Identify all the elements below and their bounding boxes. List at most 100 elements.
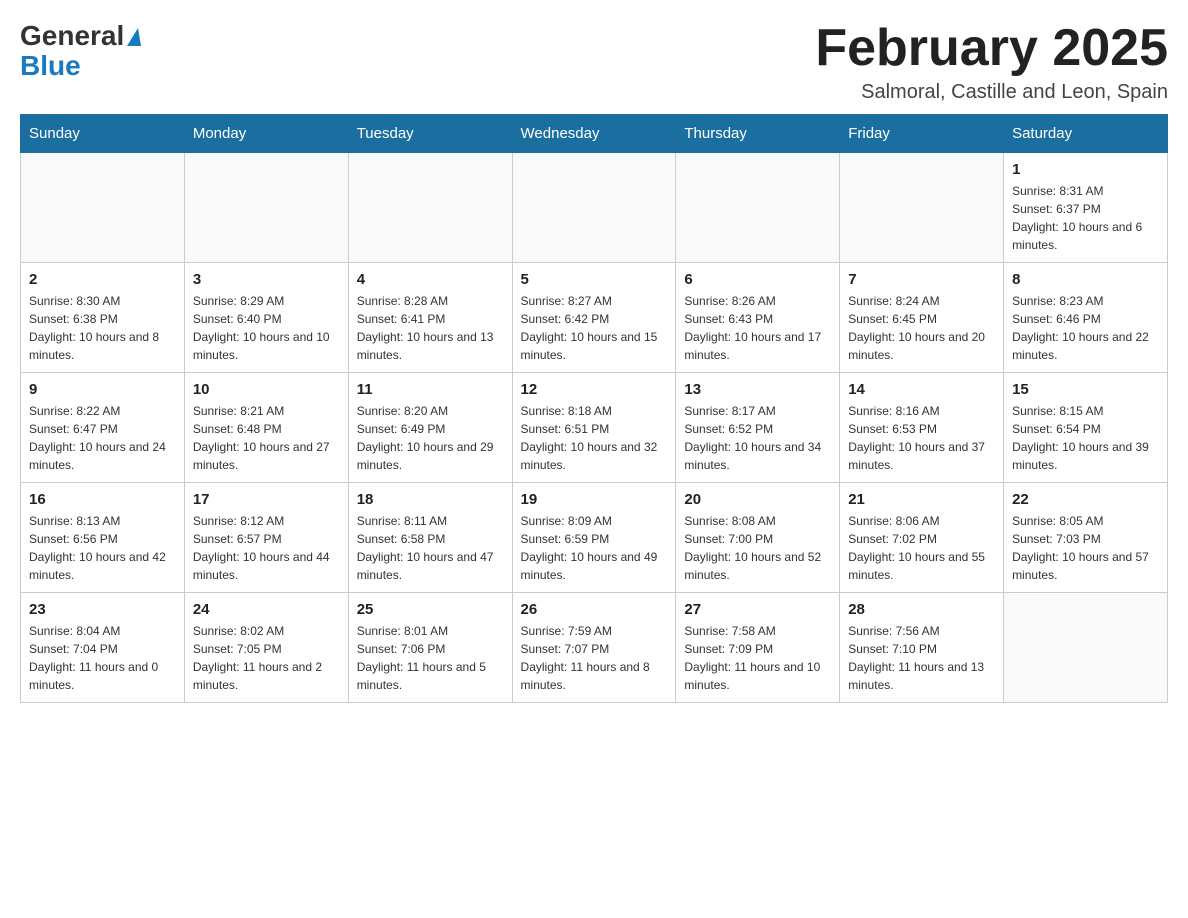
weekday-header-thursday: Thursday: [676, 115, 840, 153]
calendar-cell: 5 Sunrise: 8:27 AMSunset: 6:42 PMDaylight…: [512, 263, 676, 373]
location-subtitle: Salmoral, Castille and Leon, Spain: [815, 81, 1168, 104]
month-title: February 2025: [815, 20, 1168, 77]
day-info: Sunrise: 7:56 AMSunset: 7:10 PMDaylight:…: [848, 622, 995, 694]
calendar-cell: 15 Sunrise: 8:15 AMSunset: 6:54 PMDayligh…: [1004, 373, 1168, 483]
day-number: 11: [357, 381, 504, 398]
day-info: Sunrise: 8:12 AMSunset: 6:57 PMDaylight:…: [193, 512, 340, 584]
day-info: Sunrise: 8:30 AMSunset: 6:38 PMDaylight:…: [29, 292, 176, 364]
weekday-header-saturday: Saturday: [1004, 115, 1168, 153]
day-info: Sunrise: 8:26 AMSunset: 6:43 PMDaylight:…: [684, 292, 831, 364]
day-info: Sunrise: 8:08 AMSunset: 7:00 PMDaylight:…: [684, 512, 831, 584]
calendar-cell: 21 Sunrise: 8:06 AMSunset: 7:02 PMDayligh…: [840, 483, 1004, 593]
day-number: 1: [1012, 161, 1159, 178]
day-info: Sunrise: 8:01 AMSunset: 7:06 PMDaylight:…: [357, 622, 504, 694]
calendar-cell: 27 Sunrise: 7:58 AMSunset: 7:09 PMDayligh…: [676, 593, 840, 703]
day-info: Sunrise: 7:58 AMSunset: 7:09 PMDaylight:…: [684, 622, 831, 694]
calendar-cell: 10Sunrise: 8:21 AMSunset: 6:48 PMDayligh…: [184, 373, 348, 483]
day-info: Sunrise: 8:17 AMSunset: 6:52 PMDaylight:…: [684, 402, 831, 474]
calendar-cell: 2 Sunrise: 8:30 AMSunset: 6:38 PMDaylight…: [21, 263, 185, 373]
day-info: Sunrise: 8:24 AMSunset: 6:45 PMDaylight:…: [848, 292, 995, 364]
calendar-week-row: 23 Sunrise: 8:04 AMSunset: 7:04 PMDayligh…: [21, 593, 1168, 703]
day-number: 12: [521, 381, 668, 398]
day-number: 24: [193, 601, 340, 618]
day-number: 13: [684, 381, 831, 398]
calendar-cell: 12 Sunrise: 8:18 AMSunset: 6:51 PMDayligh…: [512, 373, 676, 483]
day-number: 15: [1012, 381, 1159, 398]
day-info: Sunrise: 8:04 AMSunset: 7:04 PMDaylight:…: [29, 622, 176, 694]
calendar-cell: 26 Sunrise: 7:59 AMSunset: 7:07 PMDayligh…: [512, 593, 676, 703]
calendar-cell: 11 Sunrise: 8:20 AMSunset: 6:49 PMDayligh…: [348, 373, 512, 483]
day-info: Sunrise: 8:13 AMSunset: 6:56 PMDaylight:…: [29, 512, 176, 584]
weekday-header-sunday: Sunday: [21, 115, 185, 153]
day-number: 26: [521, 601, 668, 618]
day-number: 16: [29, 491, 176, 508]
calendar-cell: 25 Sunrise: 8:01 AMSunset: 7:06 PMDayligh…: [348, 593, 512, 703]
calendar-cell: 20 Sunrise: 8:08 AMSunset: 7:00 PMDayligh…: [676, 483, 840, 593]
logo: General Blue: [20, 20, 141, 82]
day-info: Sunrise: 8:31 AMSunset: 6:37 PMDaylight:…: [1012, 182, 1159, 254]
calendar-cell: 1 Sunrise: 8:31 AMSunset: 6:37 PMDaylight…: [1004, 153, 1168, 263]
day-number: 19: [521, 491, 668, 508]
calendar-header-row: SundayMondayTuesdayWednesdayThursdayFrid…: [21, 115, 1168, 153]
calendar-week-row: 1 Sunrise: 8:31 AMSunset: 6:37 PMDaylight…: [21, 153, 1168, 263]
day-info: Sunrise: 8:11 AMSunset: 6:58 PMDaylight:…: [357, 512, 504, 584]
day-info: Sunrise: 7:59 AMSunset: 7:07 PMDaylight:…: [521, 622, 668, 694]
day-info: Sunrise: 8:15 AMSunset: 6:54 PMDaylight:…: [1012, 402, 1159, 474]
day-number: 22: [1012, 491, 1159, 508]
day-number: 17: [193, 491, 340, 508]
day-number: 27: [684, 601, 831, 618]
day-number: 21: [848, 491, 995, 508]
calendar-cell: [1004, 593, 1168, 703]
calendar-cell: [676, 153, 840, 263]
calendar-cell: 18 Sunrise: 8:11 AMSunset: 6:58 PMDayligh…: [348, 483, 512, 593]
calendar-week-row: 2 Sunrise: 8:30 AMSunset: 6:38 PMDaylight…: [21, 263, 1168, 373]
day-number: 5: [521, 271, 668, 288]
calendar-cell: 24 Sunrise: 8:02 AMSunset: 7:05 PMDayligh…: [184, 593, 348, 703]
day-number: 8: [1012, 271, 1159, 288]
calendar-cell: 14 Sunrise: 8:16 AMSunset: 6:53 PMDayligh…: [840, 373, 1004, 483]
day-number: 7: [848, 271, 995, 288]
day-number: 18: [357, 491, 504, 508]
calendar-cell: 3Sunrise: 8:29 AMSunset: 6:40 PMDaylight…: [184, 263, 348, 373]
day-number: 25: [357, 601, 504, 618]
day-number: 6: [684, 271, 831, 288]
calendar-cell: 6 Sunrise: 8:26 AMSunset: 6:43 PMDaylight…: [676, 263, 840, 373]
calendar-cell: 4 Sunrise: 8:28 AMSunset: 6:41 PMDaylight…: [348, 263, 512, 373]
calendar-week-row: 9Sunrise: 8:22 AMSunset: 6:47 PMDaylight…: [21, 373, 1168, 483]
calendar-table: SundayMondayTuesdayWednesdayThursdayFrid…: [20, 114, 1168, 703]
title-section: February 2025 Salmoral, Castille and Leo…: [815, 20, 1168, 104]
day-info: Sunrise: 8:06 AMSunset: 7:02 PMDaylight:…: [848, 512, 995, 584]
day-number: 3: [193, 271, 340, 288]
logo-triangle-icon: [127, 28, 141, 46]
day-info: Sunrise: 8:28 AMSunset: 6:41 PMDaylight:…: [357, 292, 504, 364]
page-header: General Blue February 2025 Salmoral, Cas…: [20, 20, 1168, 104]
day-number: 4: [357, 271, 504, 288]
day-info: Sunrise: 8:27 AMSunset: 6:42 PMDaylight:…: [521, 292, 668, 364]
day-info: Sunrise: 8:16 AMSunset: 6:53 PMDaylight:…: [848, 402, 995, 474]
calendar-cell: [512, 153, 676, 263]
day-number: 14: [848, 381, 995, 398]
day-info: Sunrise: 8:21 AMSunset: 6:48 PMDaylight:…: [193, 402, 340, 474]
logo-general-text: General: [20, 20, 124, 52]
day-number: 20: [684, 491, 831, 508]
weekday-header-monday: Monday: [184, 115, 348, 153]
day-info: Sunrise: 8:09 AMSunset: 6:59 PMDaylight:…: [521, 512, 668, 584]
day-info: Sunrise: 8:05 AMSunset: 7:03 PMDaylight:…: [1012, 512, 1159, 584]
calendar-cell: 19 Sunrise: 8:09 AMSunset: 6:59 PMDayligh…: [512, 483, 676, 593]
day-info: Sunrise: 8:02 AMSunset: 7:05 PMDaylight:…: [193, 622, 340, 694]
logo-blue-text: Blue: [20, 50, 81, 82]
calendar-cell: 17 Sunrise: 8:12 AMSunset: 6:57 PMDayligh…: [184, 483, 348, 593]
calendar-cell: 8Sunrise: 8:23 AMSunset: 6:46 PMDaylight…: [1004, 263, 1168, 373]
day-number: 2: [29, 271, 176, 288]
calendar-cell: [348, 153, 512, 263]
day-number: 23: [29, 601, 176, 618]
calendar-cell: 7 Sunrise: 8:24 AMSunset: 6:45 PMDaylight…: [840, 263, 1004, 373]
day-info: Sunrise: 8:22 AMSunset: 6:47 PMDaylight:…: [29, 402, 176, 474]
calendar-cell: 28 Sunrise: 7:56 AMSunset: 7:10 PMDayligh…: [840, 593, 1004, 703]
calendar-cell: 9Sunrise: 8:22 AMSunset: 6:47 PMDaylight…: [21, 373, 185, 483]
calendar-cell: [840, 153, 1004, 263]
day-info: Sunrise: 8:18 AMSunset: 6:51 PMDaylight:…: [521, 402, 668, 474]
calendar-cell: 16 Sunrise: 8:13 AMSunset: 6:56 PMDayligh…: [21, 483, 185, 593]
day-info: Sunrise: 8:20 AMSunset: 6:49 PMDaylight:…: [357, 402, 504, 474]
day-number: 28: [848, 601, 995, 618]
